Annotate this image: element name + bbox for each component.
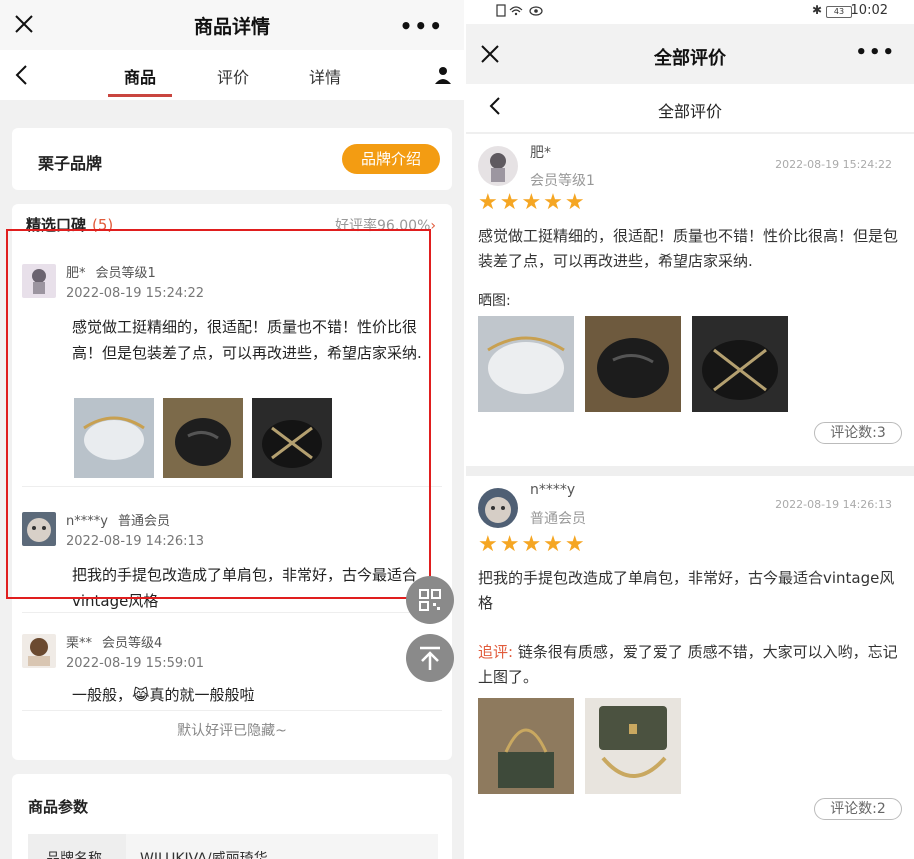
status-bar: ✱ 43 10:02 [466, 0, 914, 24]
divider [22, 710, 442, 711]
review-image[interactable] [478, 316, 574, 412]
param-value: WILUKIVA/威丽琦华 [140, 851, 268, 859]
review-date: 2022-08-19 15:24:22 [775, 158, 892, 171]
comments-count-button[interactable]: 评论数:3 [814, 422, 902, 444]
brand-card: 栗子品牌 品牌介绍 [12, 128, 452, 190]
back-to-top-icon [420, 646, 440, 670]
bluetooth-icon: ✱ [811, 3, 822, 17]
review-date: 2022-08-19 14:26:13 [775, 498, 892, 511]
notification-icons [496, 4, 543, 17]
member-level: 会员等级1 [530, 173, 595, 189]
avatar [22, 634, 56, 668]
title-bar: 商品详情 ••• [0, 0, 464, 50]
back-arrow-icon[interactable] [14, 64, 30, 86]
user-icon[interactable] [434, 66, 452, 84]
reviewer-name: 栗** [66, 636, 93, 651]
param-key: 品牌名称 [28, 834, 126, 859]
reviewer-name: n****y [530, 482, 576, 498]
review-image[interactable] [478, 698, 574, 794]
review-text: 感觉做工挺精细的，很适配！质量也不错！性价比很高！但是包装差了点，可以再改进些，… [478, 227, 899, 270]
rating-stars: ★★★★★ [478, 190, 587, 215]
more-icon[interactable]: ••• [855, 42, 896, 63]
brand-name: 栗子品牌 [38, 154, 103, 173]
title-bar: 全部评价 ••• [466, 24, 914, 84]
review-images [478, 698, 687, 798]
screenshot-root: 商品详情 ••• 商品 评价 详情 栗子品牌 品牌介绍 精选口碑 (5) 好评率9… [0, 0, 914, 859]
member-level: 普通会员 [530, 511, 586, 527]
chevron-right-icon: › [430, 218, 436, 234]
review-image[interactable] [585, 316, 682, 412]
status-time: 10:02 [850, 3, 888, 18]
sub-title: 全部评价 [657, 102, 722, 121]
follow-up-review: 追评: 链条很有质感，爱了爱了 质感不错，大家可以入哟，忘记上图了。 [478, 640, 904, 690]
status-icons [496, 4, 546, 21]
review-text: 把我的手提包改造成了单肩包，非常好，古今最适合vintage风格 [478, 569, 895, 612]
divider [22, 612, 442, 613]
params-row: 品牌名称 WILUKIVA/威丽琦华 [28, 834, 438, 859]
review-image[interactable] [585, 698, 682, 794]
review-date: 2022-08-19 15:59:01 [66, 656, 205, 671]
params-title: 商品参数 [28, 798, 89, 816]
qr-code-button[interactable] [406, 576, 454, 624]
product-params-card: 商品参数 品牌名称 WILUKIVA/威丽琦华 [12, 774, 452, 859]
all-reviews-pane: ✱ 43 10:02 全部评价 ••• 全部评价 肥* 会员等级1 2022-0… [466, 0, 914, 859]
more-icon[interactable]: ••• [400, 14, 444, 38]
product-detail-pane: 商品详情 ••• 商品 评价 详情 栗子品牌 品牌介绍 精选口碑 (5) 好评率9… [0, 0, 464, 859]
comments-count-button[interactable]: 评论数:2 [814, 798, 902, 820]
reviewer: 栗** 会员等级4 [66, 632, 162, 651]
review-card: 肥* 会员等级1 2022-08-19 15:24:22 ★★★★★ 感觉做工挺… [466, 134, 914, 466]
tab-details[interactable]: 详情 [309, 64, 341, 88]
member-level: 会员等级4 [102, 636, 163, 651]
images-label: 晒图: [478, 293, 511, 309]
rating-stars: ★★★★★ [478, 532, 587, 557]
sub-header: 全部评价 [466, 84, 914, 132]
tab-reviews[interactable]: 评价 [217, 64, 249, 88]
review-card: n****y 普通会员 2022-08-19 14:26:13 ★★★★★ 把我… [466, 476, 914, 859]
reviewer-name: 肥* [530, 145, 551, 161]
page-title: 全部评价 [654, 48, 726, 69]
avatar [478, 488, 518, 528]
review-image[interactable] [692, 316, 789, 412]
highlight-box [6, 229, 431, 599]
page-title: 商品详情 [193, 16, 270, 38]
follow-up-tag: 追评: [478, 643, 514, 661]
review-text: 一般般，😹真的就一般般啦 [72, 686, 255, 704]
tab-bar: 商品 评价 详情 [0, 50, 464, 100]
active-tab-indicator [108, 94, 172, 97]
brand-intro-button[interactable]: 品牌介绍 [342, 144, 440, 174]
hidden-reviews-note: 默认好评已隐藏~ [177, 723, 287, 739]
follow-up-text: 链条很有质感，爱了爱了 质感不错，大家可以入哟，忘记上图了。 [478, 643, 898, 686]
back-to-top-button[interactable] [406, 634, 454, 682]
battery-indicator: 43 [826, 6, 852, 18]
tab-product[interactable]: 商品 [124, 64, 156, 88]
review-images [478, 316, 794, 416]
avatar [478, 146, 518, 186]
qr-code-icon [419, 589, 441, 611]
